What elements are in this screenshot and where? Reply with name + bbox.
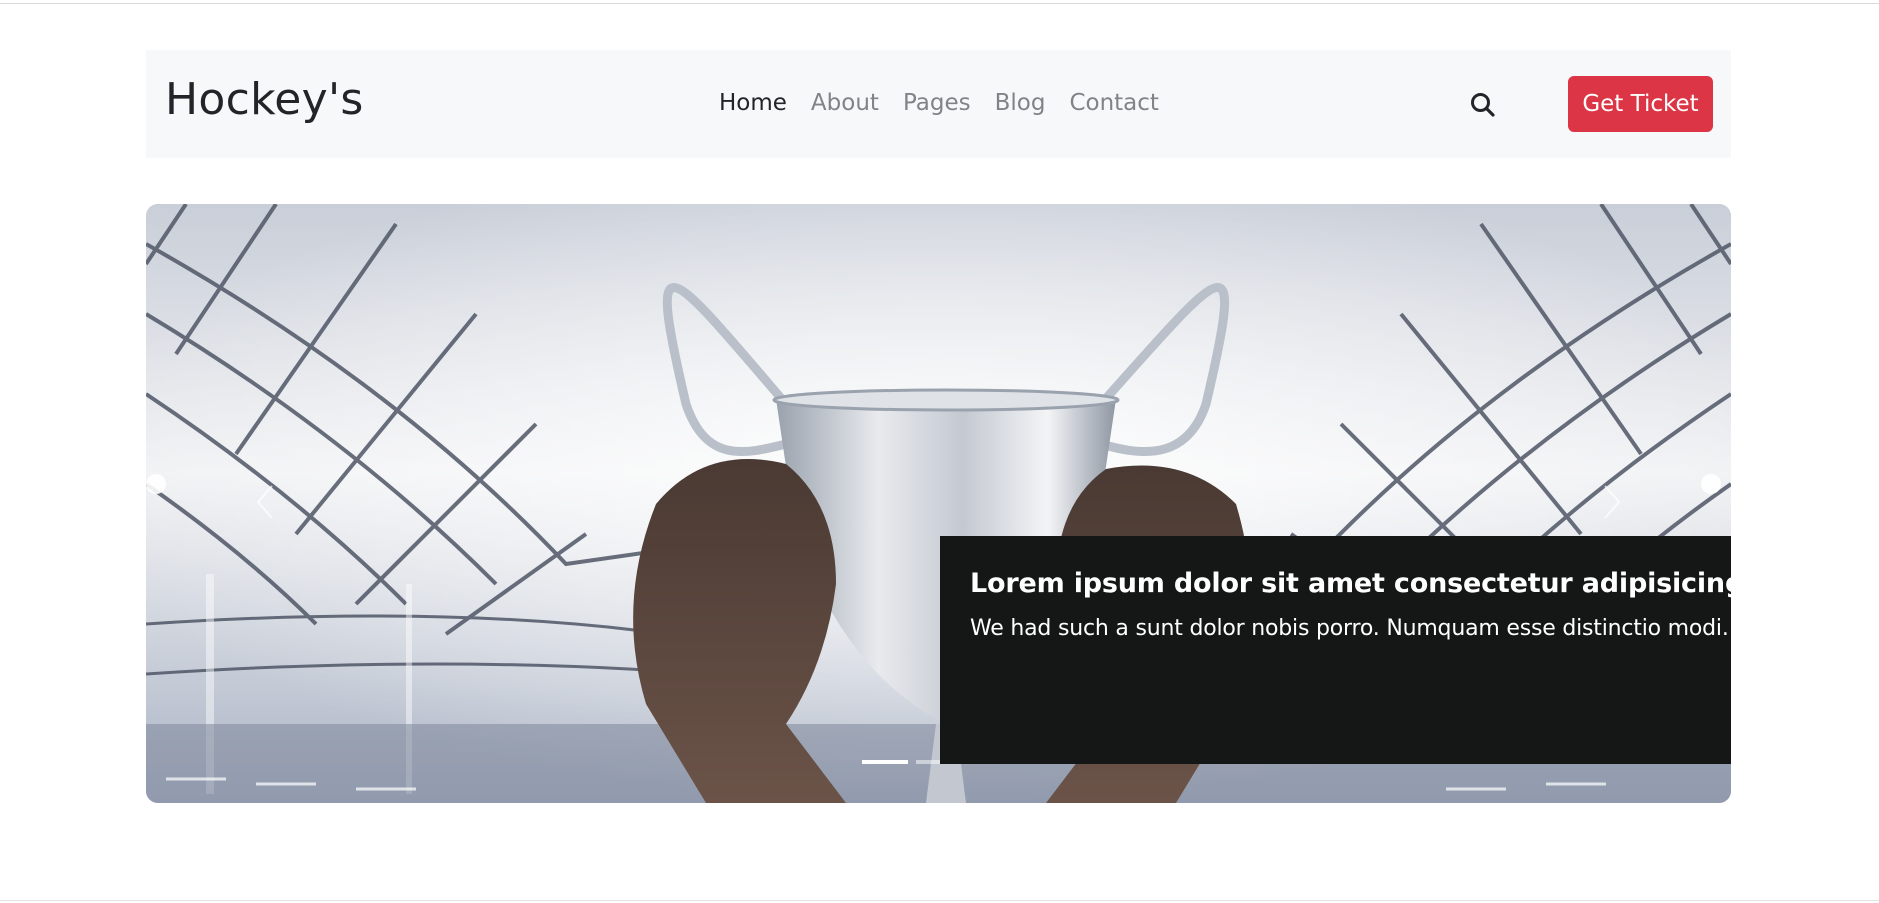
- search-button[interactable]: [1468, 90, 1498, 120]
- chevron-left-icon: [256, 485, 273, 519]
- get-ticket-button[interactable]: Get Ticket: [1568, 76, 1713, 132]
- caption-text: We had such a sunt dolor nobis porro. Nu…: [970, 616, 1729, 641]
- navbar: Hockey's Home About Pages Blog Contact G…: [146, 50, 1731, 158]
- nav-home[interactable]: Home: [707, 88, 799, 118]
- carousel-next-button[interactable]: [1591, 472, 1631, 532]
- carousel-prev-button[interactable]: [246, 472, 286, 532]
- chevron-right-icon: [1604, 485, 1621, 519]
- hero-carousel: Lorem ipsum dolor sit amet consectetur a…: [146, 204, 1731, 803]
- carousel-caption: Lorem ipsum dolor sit amet consectetur a…: [940, 536, 1731, 764]
- nav-about[interactable]: About: [799, 88, 891, 118]
- nav-pages[interactable]: Pages: [891, 88, 983, 118]
- top-divider: [0, 3, 1879, 4]
- indicator-slide-1[interactable]: [862, 760, 908, 764]
- bottom-divider: [0, 900, 1879, 901]
- caption-title: Lorem ipsum dolor sit amet consectetur a…: [970, 568, 1731, 599]
- main-nav: Home About Pages Blog Contact: [707, 88, 1171, 118]
- brand-logo[interactable]: Hockey's: [165, 72, 364, 128]
- search-icon: [1471, 93, 1495, 117]
- nav-contact[interactable]: Contact: [1057, 88, 1170, 118]
- nav-blog[interactable]: Blog: [983, 88, 1058, 118]
